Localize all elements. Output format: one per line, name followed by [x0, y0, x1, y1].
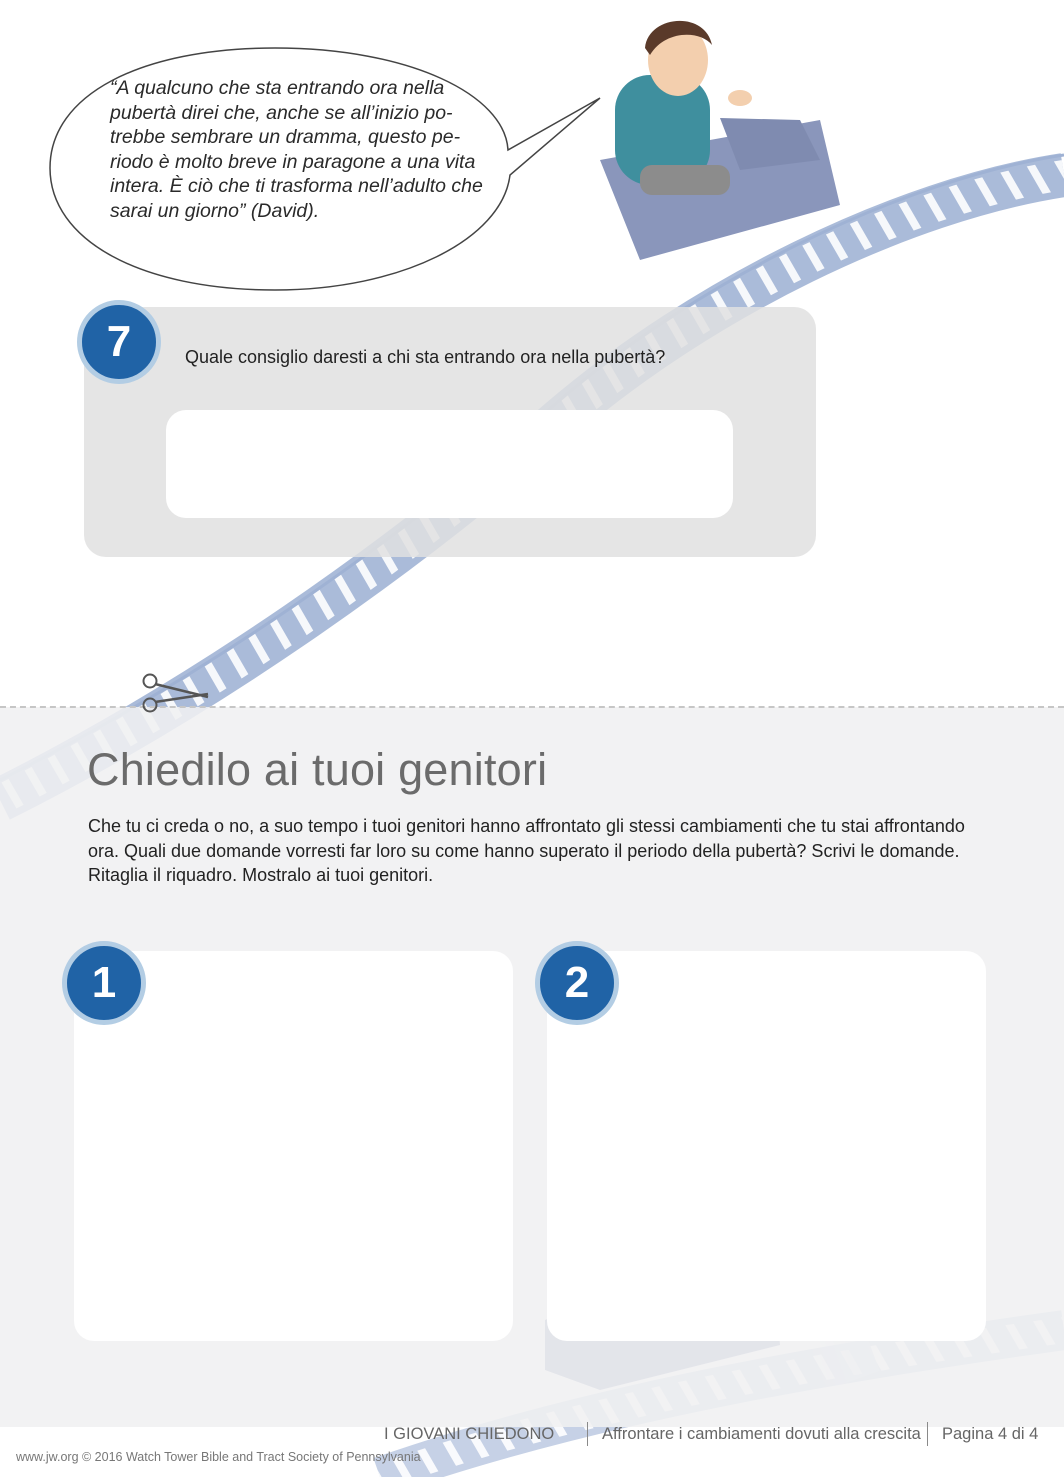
- scissors-icon: [142, 673, 209, 713]
- footer-series: I GIOVANI CHIEDONO: [384, 1425, 555, 1443]
- parent-question-1-field[interactable]: [74, 951, 513, 1341]
- parent-question-1-badge: 1: [62, 941, 146, 1025]
- footer-separator: [927, 1422, 928, 1446]
- question-7-text: Quale consiglio daresti a chi sta entran…: [185, 347, 666, 367]
- footer-copyright: www.jw.org © 2016 Watch Tower Bible and …: [16, 1450, 421, 1464]
- parent-question-2-field[interactable]: [547, 951, 986, 1341]
- footer-page-number: Pagina 4 di 4: [942, 1425, 1039, 1443]
- footer-article-title: Affrontare i cambiamenti dovuti alla cre…: [602, 1425, 921, 1443]
- footer-separator: [587, 1422, 588, 1446]
- question-7-answer-field[interactable]: [166, 410, 733, 518]
- quote-text: “A qualcuno che sta entrando ora nella p…: [110, 77, 483, 222]
- section-instructions: Che tu ci creda o no, a suo tempo i tuoi…: [88, 816, 965, 885]
- section-title: Chiedilo ai tuoi genitori: [87, 744, 548, 795]
- parent-question-2-badge: 2: [535, 941, 619, 1025]
- question-7-number-badge: 7: [77, 300, 161, 384]
